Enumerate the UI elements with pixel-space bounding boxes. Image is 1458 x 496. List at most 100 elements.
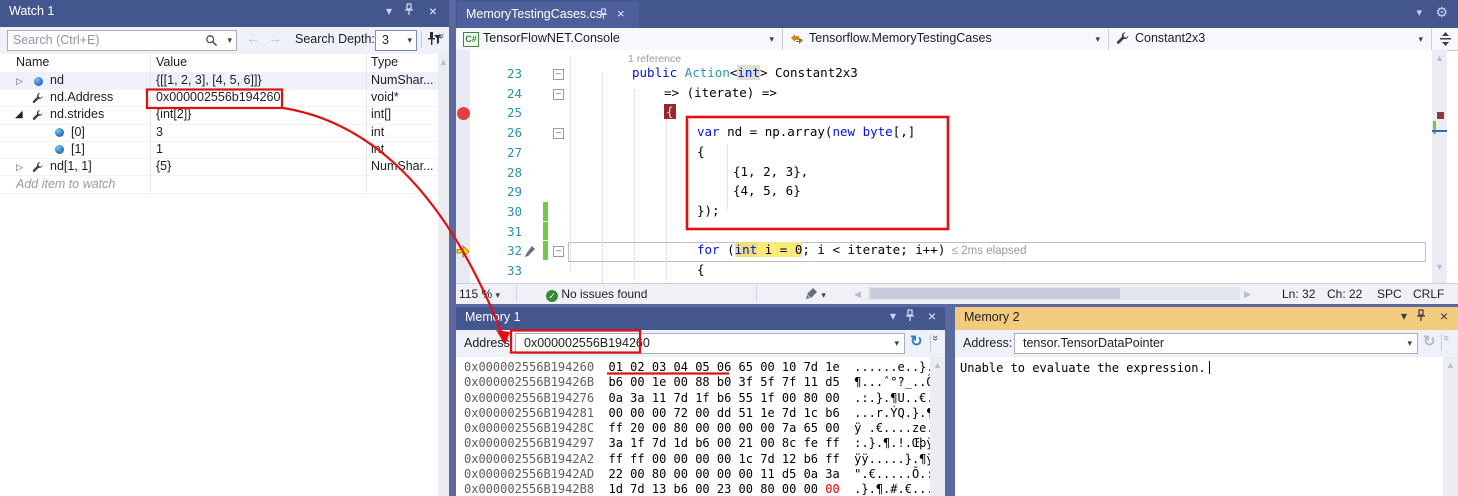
code-line-28[interactable]: {1, 2, 3}, (733, 162, 808, 182)
hscroll-left-icon[interactable]: ◀ (854, 289, 861, 300)
expander-collapsed-icon[interactable]: ▷ (16, 159, 23, 176)
nav-member-dropdown[interactable]: Constant2x3 ▾ (1109, 28, 1432, 50)
column-value[interactable]: Value (156, 55, 187, 69)
nav-member-dropdown-icon[interactable]: ▾ (1418, 34, 1423, 45)
expander-collapsed-icon[interactable]: ▷ (16, 73, 23, 90)
watch-add-row[interactable]: Add item to watch (0, 175, 438, 194)
toolbar-overflow-icon[interactable]: » (435, 33, 447, 37)
memory2-content[interactable]: Unable to evaluate the expression. (955, 357, 1443, 496)
health-indicator[interactable]: ✓ No issues found (546, 287, 647, 302)
scroll-up-icon[interactable]: ▲ (930, 357, 945, 370)
forward-arrow-icon[interactable]: → (268, 30, 282, 46)
nav-project-dropdown-icon[interactable]: ▾ (769, 34, 774, 45)
scroll-down-icon[interactable]: ▼ (1432, 262, 1447, 272)
window-menu-icon[interactable]: ▾ (885, 308, 901, 324)
memory-row[interactable]: 0x000002556B194260 01 02 03 04 05 06 65 … (464, 360, 930, 375)
code-line-26[interactable]: var nd = np.array(new byte[,] (697, 122, 915, 142)
code-area[interactable]: 23–public Action<int> Constant2x324–=> (… (456, 50, 1432, 283)
scroll-up-icon[interactable]: ▲ (1443, 357, 1458, 370)
window-menu-icon[interactable]: ▾ (381, 3, 397, 19)
expander-expanded-icon[interactable]: ◢ (15, 106, 23, 123)
memory-row[interactable]: 0x000002556B194297 3a 1f 7d 1d b6 00 21 … (464, 436, 930, 451)
code-line-32[interactable]: for (int i = 0; i < iterate; i++) ≤ 2ms … (697, 240, 1026, 260)
close-icon[interactable]: × (924, 308, 940, 324)
code-line-25[interactable]: { (664, 102, 676, 122)
watch-column-header[interactable]: Name Value Type (0, 54, 438, 73)
address-dropdown-icon[interactable]: ▾ (894, 338, 899, 349)
code-line-30[interactable]: }); (697, 201, 720, 221)
window-menu-icon[interactable]: ▾ (1396, 308, 1412, 324)
pin-icon[interactable] (1415, 309, 1431, 325)
memory1-titlebar[interactable]: Memory 1 ▾ × (456, 307, 945, 330)
gear-icon[interactable]: ⚙ (1435, 4, 1448, 21)
scroll-up-icon[interactable]: ▲ (1432, 50, 1447, 63)
watch-row-[1][interactable]: [1]1int (0, 141, 438, 159)
search-icon[interactable] (205, 34, 218, 47)
search-depth-dropdown-icon[interactable]: ▾ (407, 35, 412, 46)
address-input[interactable]: 0x000002556B194260 ▾ (515, 333, 905, 354)
split-editor-button[interactable] (1438, 31, 1453, 47)
watch-value[interactable]: 3 (156, 124, 163, 141)
document-tab[interactable]: MemoryTestingCases.cs × (457, 2, 639, 28)
editor-group-menu-icon[interactable]: ▾ (1416, 6, 1422, 19)
hscroll-thumb[interactable] (870, 288, 1120, 299)
memory-row[interactable]: 0x000002556B1942AD 22 00 80 00 00 00 00 … (464, 467, 930, 482)
watch-value[interactable]: 0x000002556b194260 (156, 89, 280, 106)
fold-toggle[interactable]: – (553, 89, 564, 100)
memory1-scrollbar[interactable]: ▲ (930, 357, 945, 496)
watch-row-nd[1, 1][interactable]: ▷nd[1, 1]{5}NumShar... (0, 158, 438, 176)
refresh-icon[interactable]: ↻ (910, 332, 923, 350)
code-line-33[interactable]: { (697, 260, 705, 280)
nav-project-dropdown[interactable]: C# TensorFlowNET.Console ▾ (456, 28, 783, 50)
watch-row-nd.strides[interactable]: ◢nd.strides{int[2]}int[] (0, 106, 438, 124)
column-name[interactable]: Name (16, 55, 49, 69)
search-input[interactable]: Search (Ctrl+E) ▾ (7, 30, 237, 51)
fold-toggle[interactable]: – (553, 128, 564, 139)
brush-icon[interactable]: ▾ (804, 287, 826, 301)
memory2-scrollbar[interactable]: ▲ (1443, 357, 1458, 496)
fold-toggle[interactable]: – (553, 246, 564, 257)
back-arrow-icon[interactable]: ← (246, 30, 260, 46)
refresh-icon[interactable]: ↻ (1423, 332, 1436, 350)
watch-value[interactable]: {5} (156, 158, 171, 175)
tab-pin-icon[interactable] (598, 8, 609, 20)
close-icon[interactable]: × (1436, 308, 1452, 324)
nav-class-dropdown[interactable]: Tensorflow.MemoryTestingCases ▾ (783, 28, 1109, 50)
address-input[interactable]: tensor.TensorDataPointer ▾ (1014, 333, 1418, 354)
scroll-up-icon[interactable]: ▲ (438, 54, 449, 67)
tab-close-icon[interactable]: × (617, 6, 625, 21)
code-line-23[interactable]: public Action<int> Constant2x3 (632, 63, 858, 83)
search-depth-select[interactable]: 3 ▾ (375, 30, 417, 51)
memory2-titlebar[interactable]: Memory 2 ▾ × (955, 307, 1458, 330)
memory-row[interactable]: 0x000002556B19426B b6 00 1e 00 88 b0 3f … (464, 375, 930, 390)
watch-value[interactable]: {int[2]} (156, 106, 191, 123)
memory-row[interactable]: 0x000002556B1942B8 1d 7d 13 b6 00 23 00 … (464, 482, 930, 496)
codelens-references[interactable]: 1 reference (628, 53, 681, 65)
memory-row[interactable]: 0x000002556B19428C ff 20 00 80 00 00 00 … (464, 421, 930, 436)
pin-icon[interactable] (904, 309, 920, 325)
column-type[interactable]: Type (371, 55, 398, 69)
watch-row-nd[interactable]: ▷nd{[[1, 2, 3], [4, 5, 6]]}NumShar... (0, 72, 438, 90)
toolbar-overflow-icon[interactable]: » (1440, 335, 1452, 339)
nav-class-dropdown-icon[interactable]: ▾ (1095, 34, 1100, 45)
memory-row[interactable]: 0x000002556B194276 0a 3a 11 7d 1f b6 55 … (464, 391, 930, 406)
zoom-control[interactable]: 115 % ▾ (459, 287, 500, 301)
close-icon[interactable]: × (425, 3, 441, 19)
pin-icon[interactable] (403, 3, 419, 19)
search-dropdown-icon[interactable]: ▾ (227, 35, 232, 46)
editor-hscrollbar[interactable] (868, 287, 1240, 300)
watch-row-[0][interactable]: [0]3int (0, 124, 438, 142)
breakpoint-icon[interactable] (457, 107, 470, 120)
watch-value[interactable]: {[[1, 2, 3], [4, 5, 6]]} (156, 72, 262, 89)
watch-titlebar[interactable]: Watch 1 ▾ × (0, 0, 449, 27)
code-line-24[interactable]: => (iterate) => (664, 83, 777, 103)
watch-scrollbar[interactable]: ▲ (438, 54, 449, 496)
code-line-27[interactable]: { (697, 142, 705, 162)
watch-value[interactable]: 1 (156, 141, 163, 158)
memory-row[interactable]: 0x000002556B1942A2 ff ff 00 00 00 00 1c … (464, 452, 930, 467)
toolbar-overflow-icon[interactable]: » (929, 335, 941, 339)
memory1-content[interactable]: 0x000002556B194260 01 02 03 04 05 06 65 … (456, 357, 930, 496)
memory-row[interactable]: 0x000002556B194281 00 00 00 72 00 dd 51 … (464, 406, 930, 421)
hscroll-right-icon[interactable]: ▶ (1244, 289, 1251, 300)
address-dropdown-icon[interactable]: ▾ (1407, 338, 1412, 349)
